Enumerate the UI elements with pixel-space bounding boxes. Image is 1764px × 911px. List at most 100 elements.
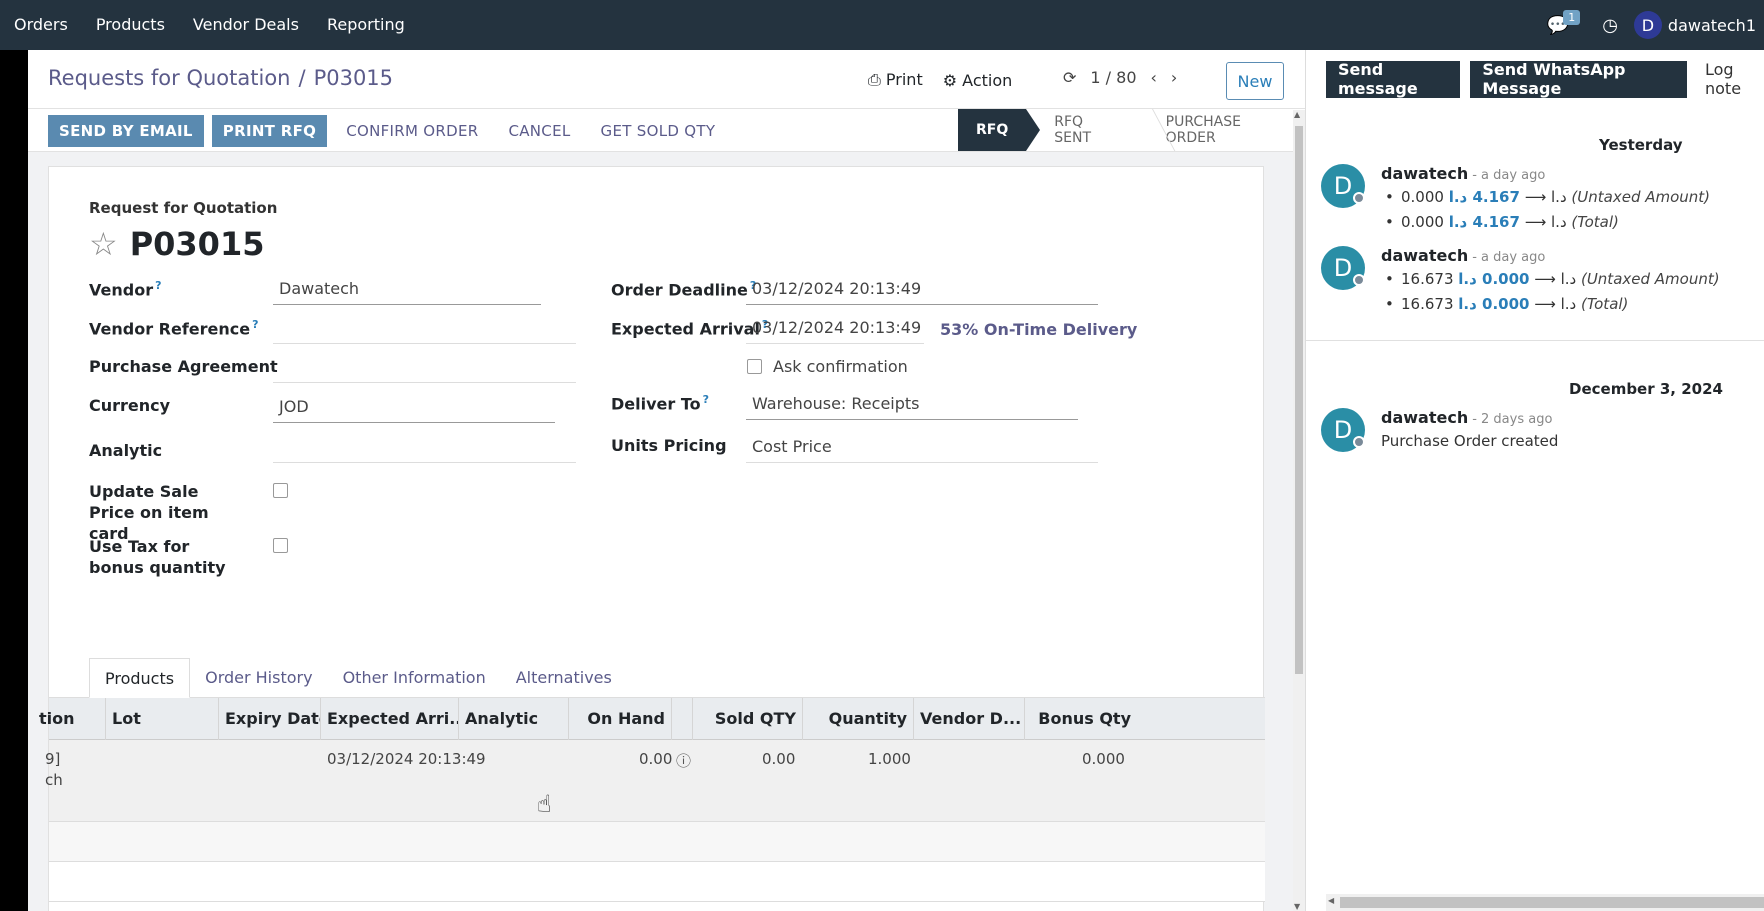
- action-button[interactable]: ⚙ Action: [943, 71, 1013, 90]
- send-whatsapp-button[interactable]: Send WhatsApp Message: [1470, 60, 1687, 98]
- col-header-quantity[interactable]: Quantity: [803, 698, 914, 740]
- col-header-bonus-qty[interactable]: Bonus Qty: [1025, 698, 1137, 740]
- field-name: (Untaxed Amount): [1580, 270, 1720, 288]
- on-time-delivery-link[interactable]: 53% On-Time Delivery: [940, 320, 1137, 339]
- avatar-initial: D: [1333, 254, 1353, 282]
- cell-expected-arrival: 03/12/2024 20:13:49: [327, 750, 486, 768]
- chatter-horizontal-scrollbar[interactable]: ◀: [1326, 894, 1764, 911]
- units-pricing-label: Units Pricing: [611, 436, 727, 455]
- update-sale-price-checkbox[interactable]: [273, 483, 288, 498]
- scroll-left-icon[interactable]: ◀: [1328, 896, 1334, 905]
- vendor-field[interactable]: Dawatech: [273, 279, 541, 305]
- control-panel: Requests for Quotation / P03015 ⎙ Print ⚙ …: [28, 50, 1305, 108]
- cancel-button[interactable]: CANCEL: [497, 115, 581, 147]
- tab-alternatives[interactable]: Alternatives: [501, 658, 627, 698]
- help-icon[interactable]: ?: [703, 393, 709, 406]
- col-header-expected-arrival[interactable]: Expected Arri...: [321, 698, 459, 740]
- breadcrumb-parent[interactable]: Requests for Quotation: [48, 66, 290, 90]
- scrollbar-thumb[interactable]: [1295, 126, 1303, 674]
- tracking-value: • 0.000 د.ا ⟶ 4.167 د.ا (Total): [1385, 213, 1619, 231]
- menu-reporting[interactable]: Reporting: [313, 0, 419, 50]
- col-header-vendor-discount[interactable]: Vendor D...: [914, 698, 1025, 740]
- table-row-empty: [49, 862, 1265, 902]
- avatar[interactable]: D: [1321, 408, 1365, 452]
- ask-confirmation-checkbox[interactable]: [747, 359, 762, 374]
- clock-icon[interactable]: ◷: [1602, 15, 1618, 36]
- col-header-sold-qty[interactable]: Sold QTY: [693, 698, 803, 740]
- table-row[interactable]: 9] ch 03/12/2024 20:13:49 0.00 ⓘ 0.00 1.…: [45, 740, 1265, 822]
- vendor-reference-field[interactable]: [273, 318, 576, 344]
- message-author[interactable]: dawatech - a day ago: [1381, 164, 1545, 183]
- deliver-to-label-text: Deliver To: [611, 394, 701, 414]
- send-message-button[interactable]: Send message: [1326, 60, 1461, 98]
- scroll-up-icon[interactable]: ▲: [1294, 110, 1300, 119]
- form-statusbar: SEND BY EMAIL PRINT RFQ CONFIRM ORDER CA…: [28, 108, 1305, 152]
- bullet-icon: •: [1385, 188, 1394, 206]
- stage-rfq-sent[interactable]: RFQ SENT: [1026, 109, 1137, 151]
- cp-actions: ⎙ Print ⚙ Action: [868, 70, 1012, 90]
- message-time: - a day ago: [1472, 250, 1546, 265]
- print-rfq-button[interactable]: PRINT RFQ: [211, 115, 328, 147]
- avatar[interactable]: D: [1321, 164, 1365, 208]
- author-name: dawatech: [1381, 164, 1469, 183]
- message-author[interactable]: dawatech - a day ago: [1381, 246, 1545, 265]
- print-button[interactable]: ⎙ Print: [868, 70, 923, 90]
- new-button[interactable]: New: [1226, 62, 1284, 100]
- log-note-button[interactable]: Log note: [1705, 60, 1764, 98]
- menu-products[interactable]: Products: [82, 0, 179, 50]
- star-icon[interactable]: ☆: [89, 225, 118, 263]
- main-menu: Orders Products Vendor Deals Reporting: [0, 0, 419, 50]
- messaging-menu[interactable]: 💬 1: [1547, 9, 1586, 36]
- purchase-agreement-field[interactable]: [273, 357, 576, 383]
- refresh-icon[interactable]: ⟳: [1063, 68, 1076, 87]
- cell-product-line2: ch: [45, 771, 63, 789]
- form-subtitle: Request for Quotation: [89, 199, 278, 217]
- confirm-order-button[interactable]: CONFIRM ORDER: [335, 115, 489, 147]
- avatar-initial: D: [1333, 416, 1353, 444]
- send-by-email-button[interactable]: SEND BY EMAIL: [48, 115, 204, 147]
- deliver-to-field[interactable]: Warehouse: Receipts: [746, 394, 1078, 420]
- pager-value[interactable]: 1 / 80: [1090, 68, 1136, 87]
- get-sold-qty-button[interactable]: GET SOLD QTY: [590, 115, 727, 147]
- col-header-analytic[interactable]: Analytic: [459, 698, 569, 740]
- chevron-right-icon[interactable]: ›: [1171, 68, 1177, 87]
- new-value: 4.167 د.ا: [1448, 213, 1520, 231]
- currency-field[interactable]: JOD: [273, 397, 555, 423]
- menu-orders[interactable]: Orders: [0, 0, 82, 50]
- col-header-lot[interactable]: Lot: [106, 698, 219, 740]
- info-icon[interactable]: ⓘ: [676, 750, 691, 771]
- gear-icon: ⚙: [942, 70, 958, 90]
- scroll-down-icon[interactable]: ▼: [1294, 902, 1300, 911]
- message-time: - 2 days ago: [1472, 412, 1553, 427]
- order-deadline-field[interactable]: 03/12/2024 20:13:49: [746, 279, 1098, 305]
- new-value: 4.167 د.ا: [1448, 188, 1520, 206]
- tab-products[interactable]: Products: [89, 658, 191, 698]
- avatar[interactable]: D: [1321, 246, 1365, 290]
- col-header-on-hand[interactable]: On Hand: [569, 698, 672, 740]
- analytic-field[interactable]: [273, 437, 576, 463]
- help-icon[interactable]: ?: [155, 279, 161, 292]
- cell-sold-qty: 0.00: [762, 750, 796, 768]
- status-dot-icon: [1353, 436, 1365, 448]
- units-pricing-field[interactable]: Cost Price: [746, 437, 1098, 463]
- col-header-description[interactable]: tion: [33, 698, 106, 740]
- status-stages: RFQ RFQ SENT PURCHASE ORDER: [958, 109, 1305, 151]
- analytic-label: Analytic: [89, 441, 163, 460]
- user-menu[interactable]: D dawatech1: [1633, 11, 1756, 39]
- use-tax-bonus-checkbox[interactable]: [273, 538, 288, 553]
- chevron-left-icon[interactable]: ‹: [1151, 68, 1157, 87]
- help-icon[interactable]: ?: [252, 318, 258, 331]
- message-author[interactable]: dawatech - 2 days ago: [1381, 408, 1552, 427]
- form-scrollbar[interactable]: ▲ ▼: [1293, 110, 1305, 911]
- expected-arrival-field[interactable]: 03/12/2024 20:13:49: [746, 318, 924, 344]
- scrollbar-thumb[interactable]: [1340, 897, 1764, 908]
- message-time: - a day ago: [1472, 168, 1546, 183]
- stage-purchase-order[interactable]: PURCHASE ORDER: [1138, 109, 1305, 151]
- currency-label: Currency: [89, 396, 171, 415]
- tab-order-history[interactable]: Order History: [190, 658, 327, 698]
- col-header-expiry-date[interactable]: Expiry Date: [219, 698, 321, 740]
- menu-vendor-deals[interactable]: Vendor Deals: [179, 0, 313, 50]
- stage-rfq[interactable]: RFQ: [958, 109, 1041, 151]
- vendor-label-text: Vendor: [89, 280, 154, 300]
- tab-other-information[interactable]: Other Information: [328, 658, 501, 698]
